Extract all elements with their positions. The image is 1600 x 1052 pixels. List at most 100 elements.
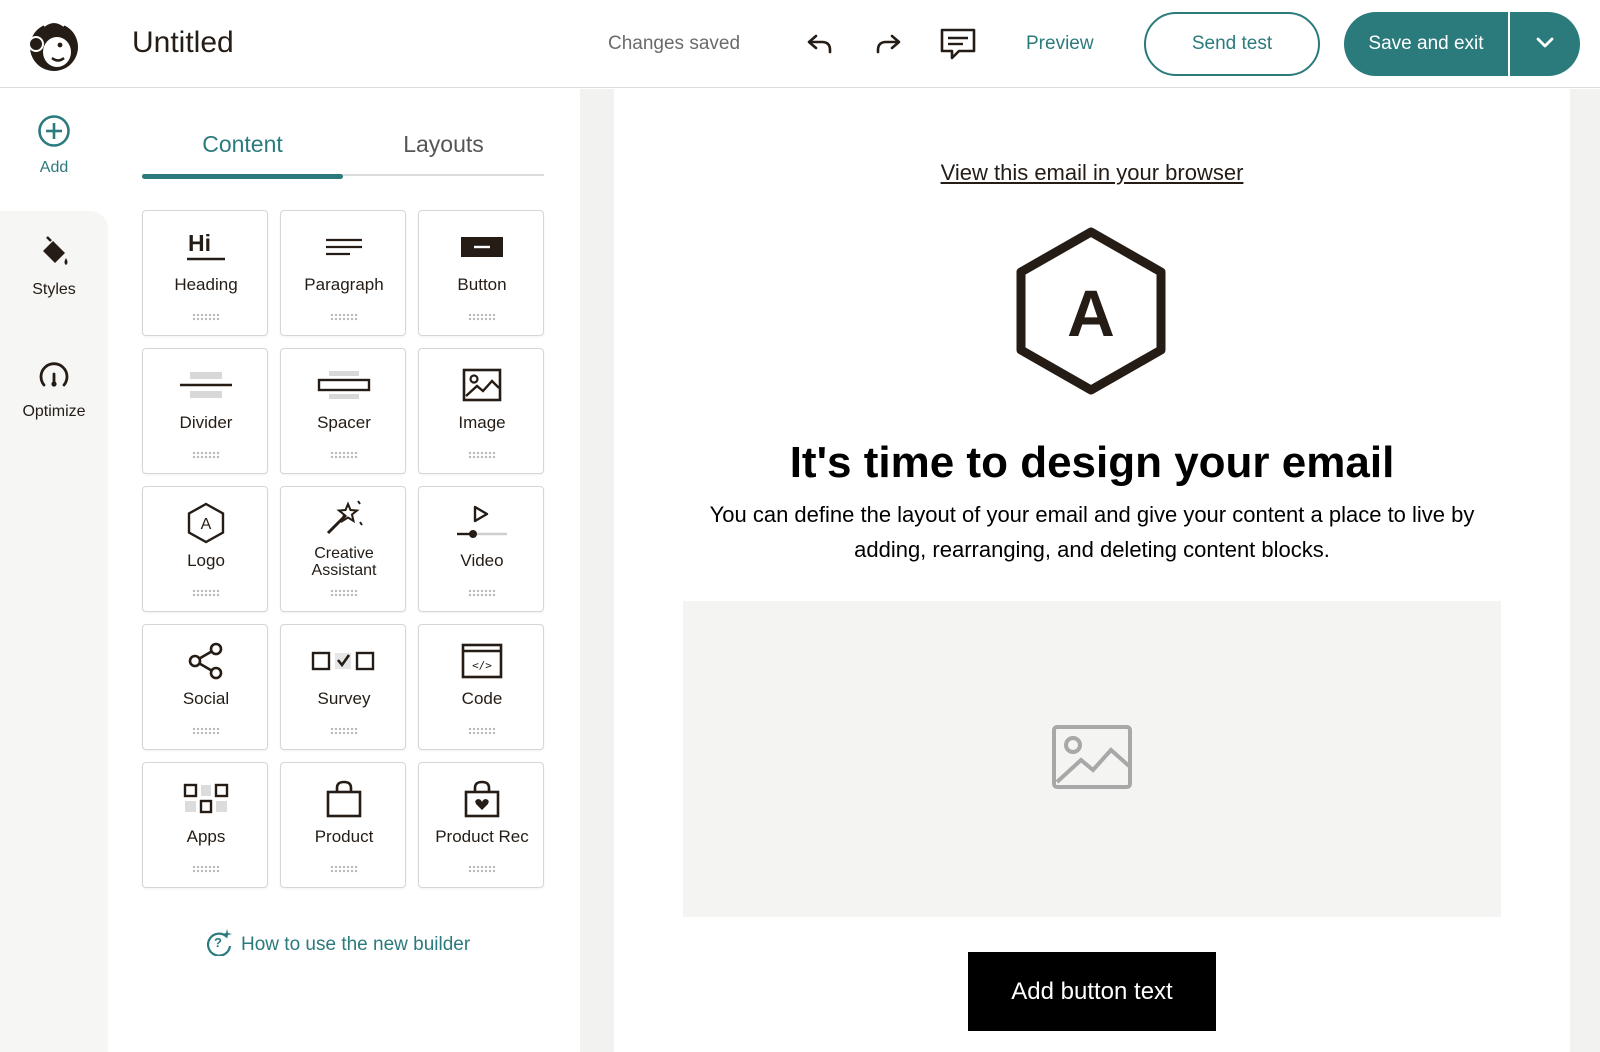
block-creative-assistant[interactable]: Creative Assistant xyxy=(280,486,406,612)
help-link-label: How to use the new builder xyxy=(241,934,471,955)
drag-handle-icon xyxy=(468,727,496,735)
rail-item-styles[interactable]: Styles xyxy=(0,236,108,299)
block-product-rec[interactable]: Product Rec xyxy=(418,762,544,888)
drag-handle-icon xyxy=(330,313,358,321)
plus-circle-icon xyxy=(37,114,71,153)
block-logo[interactable]: A Logo xyxy=(142,486,268,612)
drag-handle-icon xyxy=(468,589,496,597)
block-label: Survey xyxy=(317,689,371,708)
mailchimp-logo-icon[interactable] xyxy=(24,14,84,74)
block-survey[interactable]: Survey xyxy=(280,624,406,750)
block-apps[interactable]: Apps xyxy=(142,762,268,888)
drag-handle-icon xyxy=(468,313,496,321)
drag-handle-icon xyxy=(192,451,220,459)
block-label: Creative Assistant xyxy=(281,545,407,579)
rail-item-add[interactable]: Add xyxy=(0,114,108,177)
hexagon-logo-icon: A xyxy=(1016,227,1166,395)
logo-glyph: A xyxy=(201,516,212,533)
block-label-line2: Assistant xyxy=(311,562,377,579)
image-placeholder[interactable] xyxy=(683,601,1501,917)
block-label: Product Rec xyxy=(435,827,529,846)
block-paragraph[interactable]: Paragraph xyxy=(280,210,406,336)
block-label: Button xyxy=(457,275,507,294)
email-headline[interactable]: It's time to design your email xyxy=(614,438,1570,488)
code-icon: </> xyxy=(419,641,545,681)
drag-handle-icon xyxy=(468,451,496,459)
block-code[interactable]: </> Code xyxy=(418,624,544,750)
paint-bucket-icon xyxy=(37,236,71,275)
block-label: Video xyxy=(460,551,504,570)
block-image[interactable]: Image xyxy=(418,348,544,474)
block-label-line1: Creative xyxy=(314,545,374,562)
drag-handle-icon xyxy=(330,589,358,597)
block-spacer[interactable]: Spacer xyxy=(280,348,406,474)
drag-handle-icon xyxy=(330,727,358,735)
view-in-browser-link[interactable]: View this email in your browser xyxy=(614,160,1570,186)
block-label: Logo xyxy=(187,551,225,570)
divider-icon xyxy=(143,365,269,405)
heading-glyph: Hi xyxy=(188,230,211,256)
shopping-bag-icon xyxy=(281,779,407,819)
drag-handle-icon xyxy=(330,451,358,459)
block-video[interactable]: Video xyxy=(418,486,544,612)
block-divider[interactable]: Divider xyxy=(142,348,268,474)
email-cta-button[interactable]: Add button text xyxy=(968,952,1216,1031)
rail-item-label: Optimize xyxy=(22,403,86,420)
spacer-icon xyxy=(281,365,407,405)
block-label: Paragraph xyxy=(304,275,384,294)
tab-content[interactable]: Content xyxy=(142,124,343,179)
rail-item-optimize[interactable]: Optimize xyxy=(0,358,108,421)
svg-text:?: ? xyxy=(214,935,222,950)
drag-handle-icon xyxy=(192,727,220,735)
drag-handle-icon xyxy=(192,589,220,597)
paragraph-icon xyxy=(281,227,407,267)
block-product[interactable]: Product xyxy=(280,762,406,888)
block-button[interactable]: Button xyxy=(418,210,544,336)
save-and-exit-button[interactable]: Save and exit xyxy=(1344,12,1508,76)
block-heading[interactable]: Hi Heading xyxy=(142,210,268,336)
block-label: Divider xyxy=(179,413,233,432)
panel-tabs: Content Layouts xyxy=(142,124,544,179)
block-label: Product xyxy=(314,827,374,846)
rail-item-label: Add xyxy=(39,159,69,176)
email-body-text[interactable]: You can define the layout of your email … xyxy=(680,497,1504,567)
drag-handle-icon xyxy=(330,865,358,873)
help-sparkle-icon: ? xyxy=(205,928,233,962)
tab-layouts[interactable]: Layouts xyxy=(343,124,544,176)
heading-icon: Hi xyxy=(143,227,269,267)
help-link[interactable]: ? How to use the new builder xyxy=(205,928,470,962)
block-label: Image xyxy=(458,413,506,432)
undo-icon[interactable] xyxy=(800,24,840,64)
product-rec-icon xyxy=(419,779,545,819)
preview-link[interactable]: Preview xyxy=(1026,33,1094,55)
drag-handle-icon xyxy=(192,865,220,873)
content-blocks-grid: Hi Heading Paragraph Button Divider Spac… xyxy=(142,210,546,888)
logo-icon: A xyxy=(143,502,269,544)
email-logo-block[interactable]: A xyxy=(1013,226,1169,396)
rail-item-label: Styles xyxy=(32,281,76,298)
save-options-dropdown[interactable] xyxy=(1510,12,1580,76)
apps-icon xyxy=(143,779,269,819)
gauge-icon xyxy=(37,358,71,397)
block-label: Apps xyxy=(186,827,226,846)
comment-icon[interactable] xyxy=(938,24,978,64)
drag-handle-icon xyxy=(192,313,220,321)
send-test-button[interactable]: Send test xyxy=(1144,12,1320,76)
block-label: Spacer xyxy=(317,413,371,432)
image-placeholder-icon xyxy=(1051,724,1133,795)
logo-letter: A xyxy=(1067,276,1115,350)
image-icon xyxy=(419,365,545,405)
code-glyph: </> xyxy=(472,659,492,672)
video-icon xyxy=(419,503,545,543)
chevron-down-icon xyxy=(1536,37,1554,52)
block-label: Code xyxy=(461,689,503,708)
rail-background xyxy=(0,211,108,1052)
page-title[interactable]: Untitled xyxy=(132,26,234,60)
block-label: Heading xyxy=(174,275,238,294)
drag-handle-icon xyxy=(468,865,496,873)
magic-wand-icon xyxy=(281,497,407,537)
block-social[interactable]: Social xyxy=(142,624,268,750)
redo-icon[interactable] xyxy=(868,24,908,64)
top-bar: Untitled Changes saved Preview Send test… xyxy=(0,0,1600,88)
button-icon xyxy=(419,227,545,267)
